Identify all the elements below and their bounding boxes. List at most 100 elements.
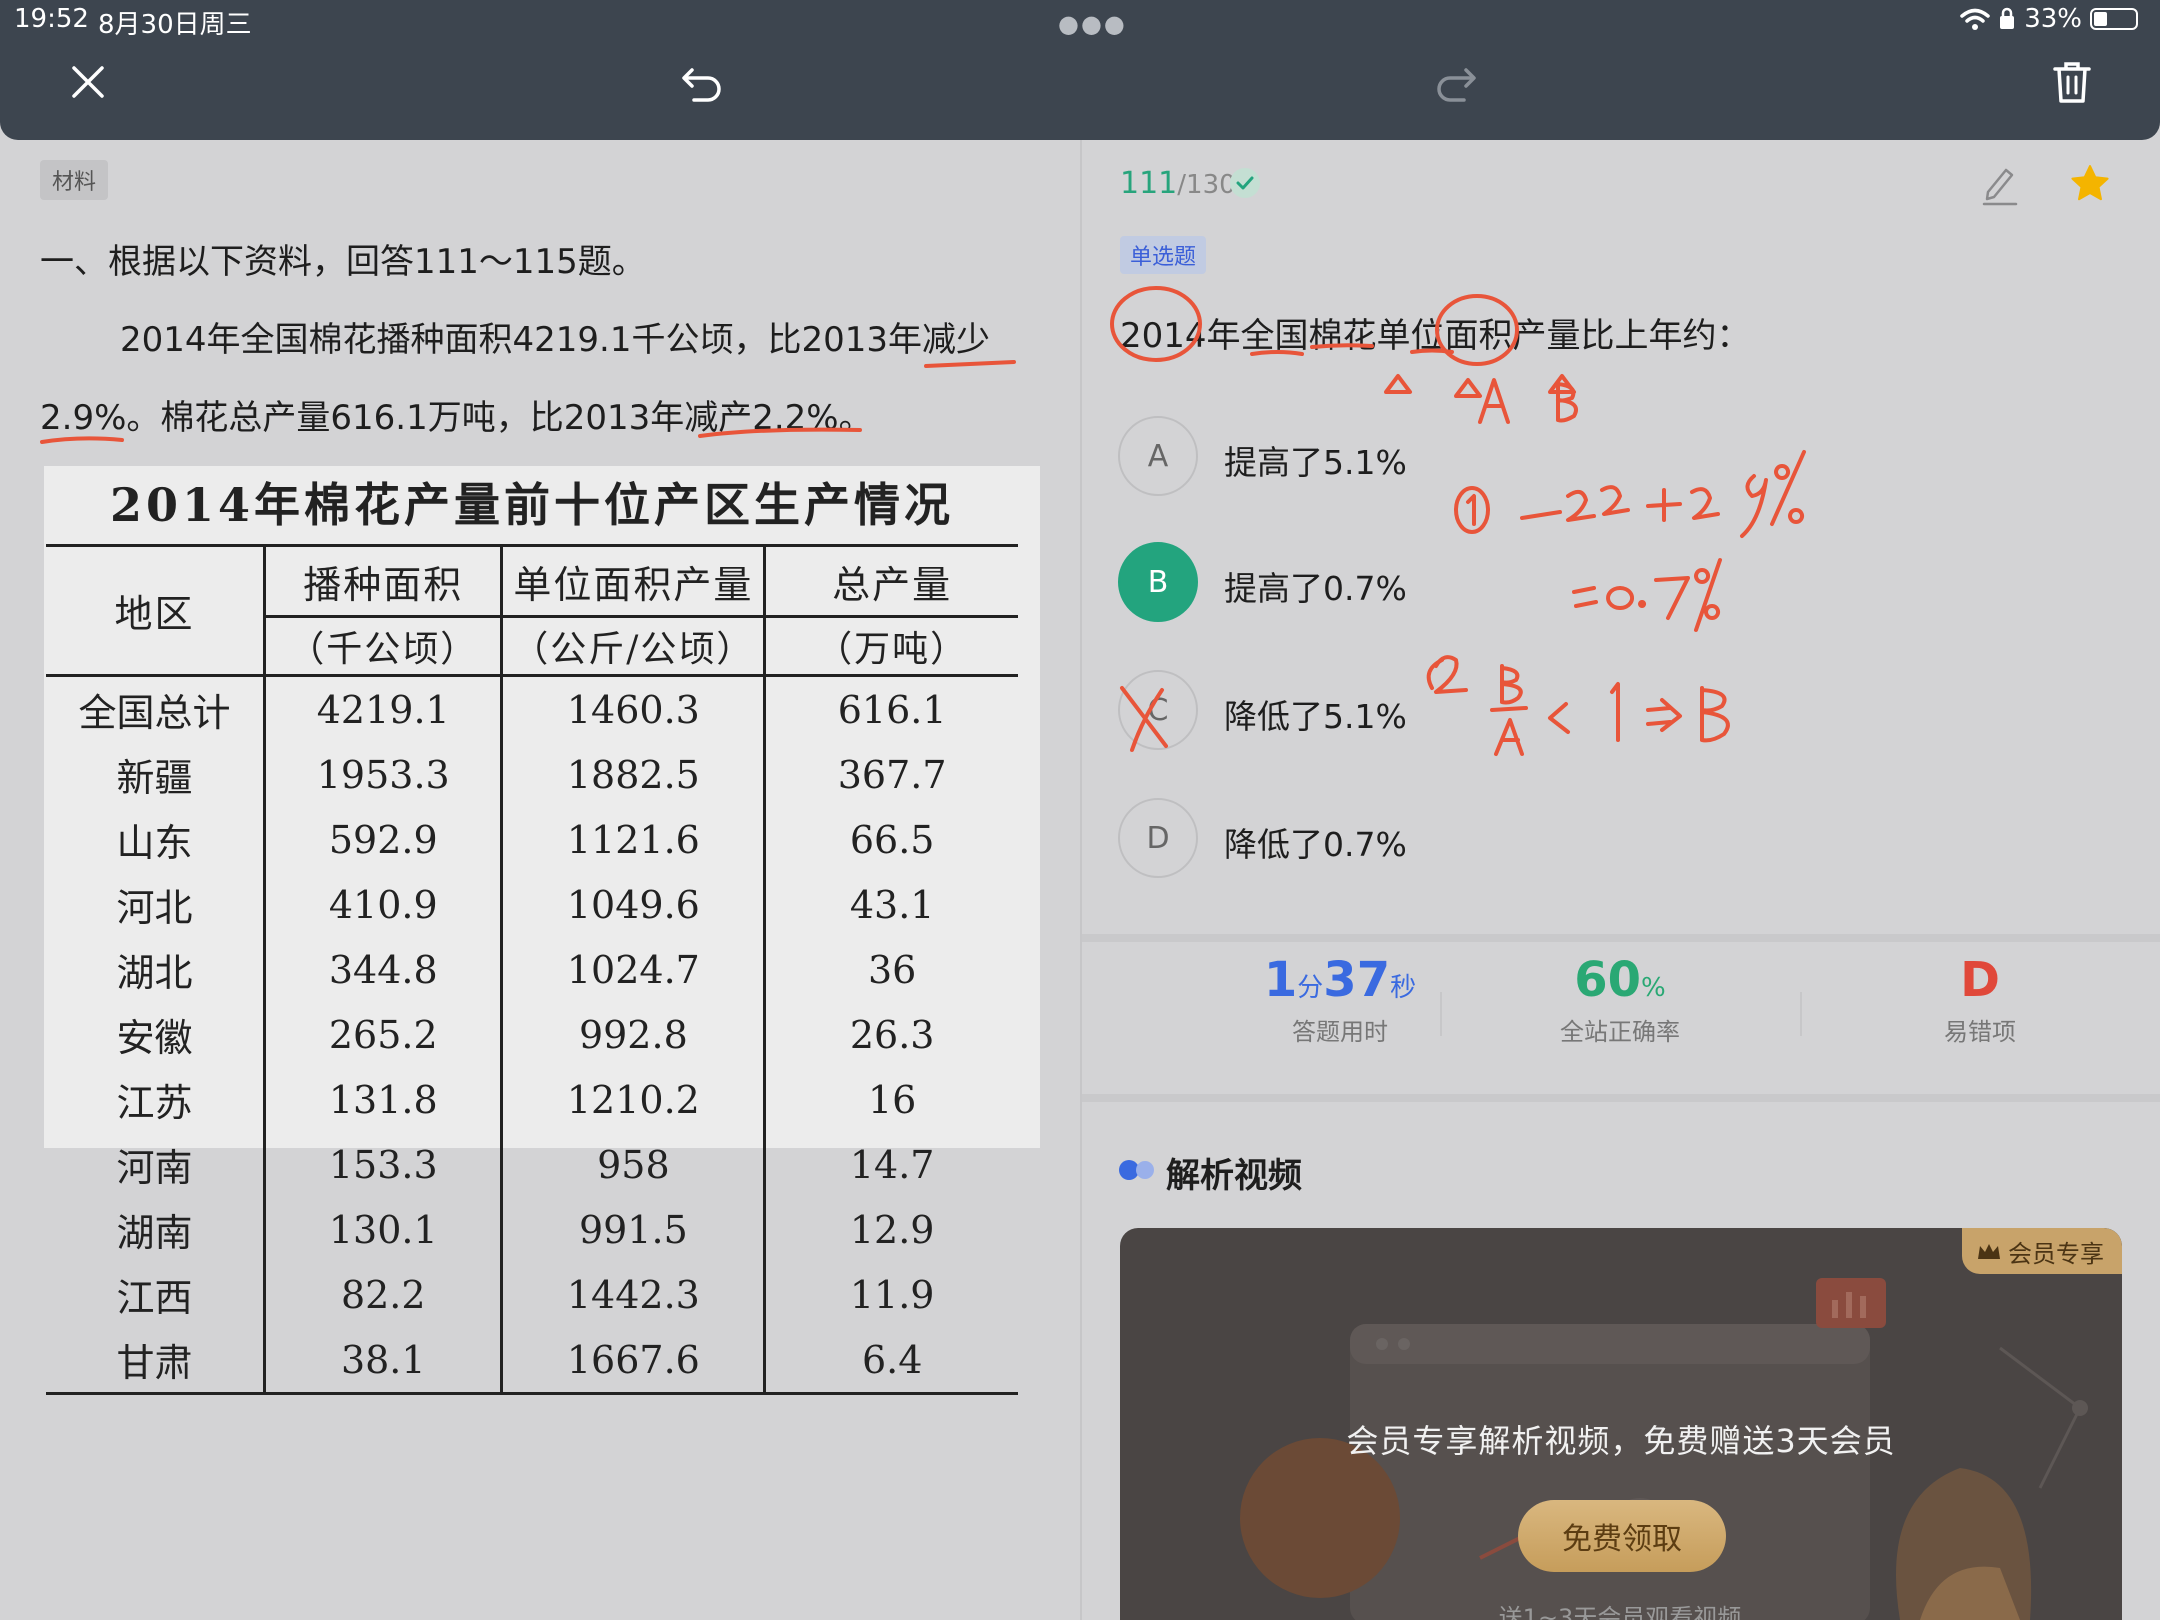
- favorite-button[interactable]: [2068, 162, 2112, 206]
- vip-badge: 会员专享: [1962, 1228, 2122, 1274]
- material-intro: 一、根据以下资料，回答111～115题。: [40, 242, 646, 282]
- answer-stats: 1分37秒 答题用时 60% 全站正确率 D 易错项: [1082, 942, 2160, 1094]
- cell-area: 344.8: [263, 937, 502, 1002]
- video-section-title: 解析视频: [1166, 1156, 1302, 1196]
- table-row: 江西 82.2 1442.3 11.9: [46, 1262, 1018, 1327]
- option-text: 降低了0.7%: [1224, 825, 1407, 864]
- status-time: 19:52: [14, 4, 89, 34]
- section-dots-icon: [1119, 1160, 1154, 1180]
- question-stem: 2014年全国棉花单位面积产量比上年约：: [1120, 316, 1751, 356]
- cell-area: 4219.1: [263, 674, 502, 742]
- video-subtext: 送1~3天会员观看视频: [1498, 1604, 1742, 1620]
- table-row: 湖北 344.8 1024.7 36: [46, 937, 1018, 1002]
- cell-total: 616.1: [763, 674, 1018, 742]
- stat-divider: [1440, 992, 1442, 1036]
- cell-area: 410.9: [263, 872, 502, 937]
- battery-icon: [2090, 8, 2138, 30]
- delete-button[interactable]: [2042, 52, 2102, 112]
- cell-yield: 1442.3: [500, 1262, 765, 1327]
- col-yield-header: 单位面积产量: [500, 544, 765, 617]
- cell-total: 6.4: [763, 1327, 1018, 1395]
- option-text: 提高了0.7%: [1224, 569, 1407, 608]
- cell-region: 江西: [116, 1276, 193, 1320]
- table-row: 江苏 131.8 1210.2 16: [46, 1067, 1018, 1132]
- star-icon: [2071, 165, 2109, 201]
- cell-total: 43.1: [763, 872, 1018, 937]
- battery-percent: 33%: [2024, 4, 2082, 34]
- cell-region: 安徽: [116, 1016, 193, 1060]
- cell-yield: 1460.3: [500, 674, 765, 742]
- cell-region: 甘肃: [46, 1327, 265, 1395]
- stat-accuracy-label: 全站正确率: [1560, 1018, 1680, 1046]
- status-indicators: 33%: [1960, 4, 2138, 34]
- cell-region: 湖南: [116, 1211, 193, 1255]
- cell-yield: 1049.6: [500, 872, 765, 937]
- edit-note-button[interactable]: [1978, 162, 2022, 206]
- table-header-row: 地区 播种面积 单位面积产量 总产量: [46, 544, 1018, 676]
- option-text: 降低了5.1%: [1224, 697, 1407, 736]
- option-letter: A: [1118, 416, 1198, 496]
- cell-total: 26.3: [763, 1002, 1018, 1067]
- cell-area: 38.1: [263, 1327, 502, 1395]
- cell-region: 河北: [116, 886, 193, 930]
- cell-yield: 1024.7: [500, 937, 765, 1002]
- option-a[interactable]: A 提高了5.1%: [1118, 416, 1818, 500]
- stat-time: 1分37秒 答题用时: [1210, 952, 1470, 1047]
- cell-area: 131.8: [263, 1067, 502, 1132]
- cell-total: 11.9: [763, 1262, 1018, 1327]
- col-area-unit: （千公顷）: [263, 615, 502, 676]
- cell-area: 592.9: [263, 807, 502, 872]
- table-row: 安徽 265.2 992.8 26.3: [46, 1002, 1018, 1067]
- col-area-header: 播种面积: [263, 544, 502, 617]
- close-button[interactable]: [58, 52, 118, 112]
- cell-area: 130.1: [263, 1197, 502, 1262]
- section-divider: [1082, 934, 2160, 942]
- table-title: 2014年棉花产量前十位产区生产情况: [109, 478, 955, 532]
- material-panel[interactable]: 材料 一、根据以下资料，回答111～115题。 2014年全国棉花播种面积421…: [0, 140, 1080, 1620]
- cell-total: 36: [763, 937, 1018, 1002]
- cell-region: 新疆: [116, 756, 193, 800]
- cell-total: 14.7: [763, 1132, 1018, 1197]
- cell-region: 湖北: [116, 951, 193, 995]
- cell-yield: 991.5: [500, 1197, 765, 1262]
- question-number: 111/130: [1120, 166, 1236, 201]
- cell-yield: 992.8: [500, 1002, 765, 1067]
- video-card[interactable]: 会员专享 会员专享解析视频，免费赠送3天会员 免费领取 送1~3天会员观看视频: [1120, 1228, 2122, 1620]
- cell-area: 265.2: [263, 1002, 502, 1067]
- col-yield-unit: （公斤/公顷）: [500, 615, 765, 676]
- question-type-tag: 单选题: [1120, 236, 1207, 274]
- cell-yield: 1882.5: [500, 742, 765, 807]
- cell-total: 66.5: [763, 807, 1018, 872]
- cell-yield: 1667.6: [500, 1327, 765, 1395]
- stat-divider: [1800, 992, 1802, 1036]
- table-row: 甘肃 38.1 1667.6 6.4: [46, 1327, 1018, 1395]
- material-paragraph-line1: 2014年全国棉花播种面积4219.1千公顷，比2013年减少: [120, 320, 991, 360]
- stat-common-wrong-label: 易错项: [1944, 1018, 2016, 1046]
- option-letter: D: [1118, 798, 1198, 878]
- table-row: 湖南 130.1 991.5 12.9: [46, 1197, 1018, 1262]
- redo-button[interactable]: [1426, 52, 1486, 112]
- cell-total: 367.7: [763, 742, 1018, 807]
- option-d[interactable]: D 降低了0.7%: [1118, 798, 1818, 882]
- option-b[interactable]: B 提高了0.7%: [1118, 542, 1818, 626]
- lock-rotation-icon: [2000, 7, 2015, 29]
- cell-area: 153.3: [263, 1132, 502, 1197]
- stat-common-wrong: D 易错项: [1850, 952, 2110, 1047]
- stat-table: 2014年棉花产量前十位产区生产情况 地区 播种面积 单位面积产量 总产量 （千…: [46, 466, 1018, 1395]
- option-c[interactable]: C 降低了5.1%: [1118, 670, 1818, 754]
- video-message: 会员专享解析视频，免费赠送3天会员: [1346, 1422, 1896, 1460]
- claim-free-button[interactable]: 免费领取: [1518, 1500, 1726, 1572]
- stat-accuracy: 60% 全站正确率: [1490, 952, 1750, 1047]
- undo-button[interactable]: [672, 52, 732, 112]
- option-letter: B: [1118, 542, 1198, 622]
- stat-time-label: 答题用时: [1292, 1018, 1388, 1046]
- cell-total: 12.9: [763, 1197, 1018, 1262]
- cell-yield: 958: [500, 1132, 765, 1197]
- col-region-header: 地区: [46, 544, 265, 676]
- cell-area: 1953.3: [263, 742, 502, 807]
- multitask-dots-icon[interactable]: ●●●: [1058, 10, 1127, 38]
- undo-icon: [682, 68, 721, 102]
- redo-icon: [1437, 68, 1476, 102]
- cell-region: 江苏: [116, 1081, 193, 1125]
- material-tag: 材料: [40, 160, 109, 200]
